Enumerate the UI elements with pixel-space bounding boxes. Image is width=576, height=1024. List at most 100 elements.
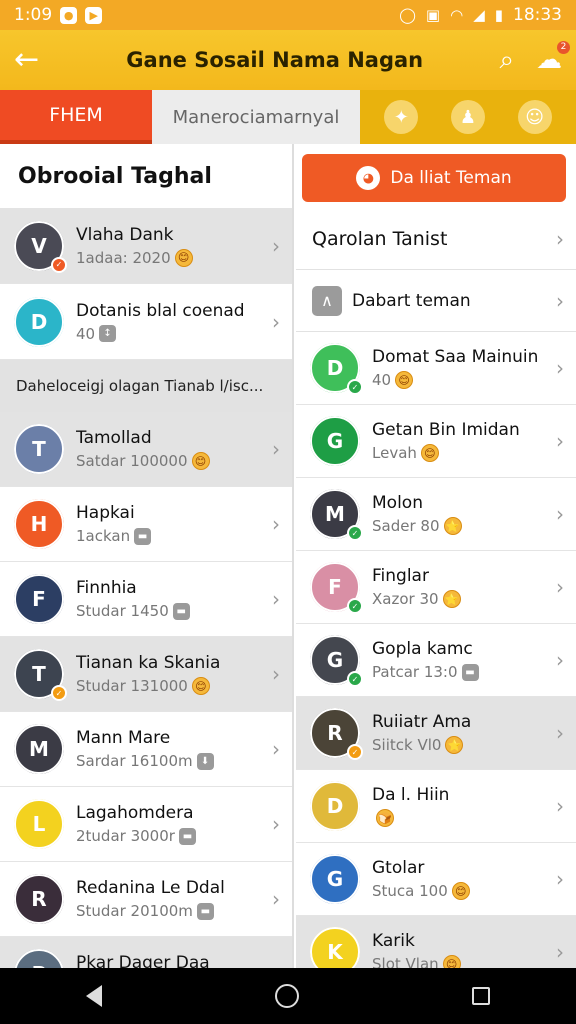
tab-icon-group: ✦ ♟ ☺ <box>360 90 576 144</box>
list-item-subtitle: Stuca 100 😊 <box>372 882 576 900</box>
list-item-subtitle-text: 40 <box>76 324 96 343</box>
list-item-name: Karik <box>372 931 415 951</box>
profile-avatar-icon[interactable]: ☺ <box>517 100 552 134</box>
search-icon[interactable]: ⌕ <box>499 47 514 73</box>
list-item-name: Tamollad <box>76 428 152 448</box>
list-item[interactable]: G Gtolar Stuca 100 😊 › <box>296 843 576 916</box>
list-item-name: Lagahomdera <box>76 803 194 823</box>
list-item[interactable]: M ✓ Molon Sader 80 ⭐ › <box>296 478 576 551</box>
list-item[interactable]: T Tamollad Satdar 100000 😊 › <box>0 412 292 487</box>
list-item-name: Pkar Dager Daa <box>76 953 210 968</box>
chevron-right-icon: › <box>272 887 280 911</box>
trophy-icon[interactable]: ✦ <box>384 100 419 134</box>
list-item[interactable]: L Lagahomdera 2tudar 3000r ▬ › <box>0 787 292 862</box>
list-item-subtitle: Siitck Vl0 ⭐ <box>372 736 576 754</box>
add-friend-label: Da lliat Teman <box>390 168 512 188</box>
list-item-subtitle: Sader 80 ⭐ <box>372 517 576 535</box>
alarm-icon: ◯ <box>399 6 416 24</box>
list-item[interactable]: D Dotanis blal coenad 40 ↕ › <box>0 284 292 360</box>
person-icon[interactable]: ♟ <box>450 100 485 134</box>
list-item-name: Ruiiatr Ama <box>372 712 472 732</box>
list-item[interactable]: G Getan Bin Imidan Levah 😊 › <box>296 405 576 478</box>
list-item[interactable]: M Mann Mare Sardar 16100m ⬇ › <box>0 712 292 787</box>
list-item-subtitle-text: Sader 80 <box>372 517 440 535</box>
list-item[interactable]: D ✓ Domat Saa Mainuin 40 😊 › <box>296 332 576 405</box>
chevron-right-icon: › <box>556 575 564 599</box>
emoji-icon: 😊 <box>420 444 439 462</box>
emoji-icon: 😊 <box>191 677 210 695</box>
list-item[interactable]: R ✓ Ruiiatr Ama Siitck Vl0 ⭐ › <box>296 697 576 770</box>
emoji-icon: ⭐ <box>443 517 462 535</box>
chevron-right-icon: › <box>556 867 564 891</box>
nav-back-icon[interactable] <box>86 985 103 1007</box>
signal-icon: ◢ <box>473 6 485 24</box>
nav-home-icon[interactable] <box>274 984 299 1008</box>
chevron-right-icon: › <box>556 288 564 313</box>
list-item[interactable]: T ✓ Tianan ka Skania Studar 131000 😊 › <box>0 637 292 712</box>
list-item-subtitle: 40 ↕ <box>76 325 292 343</box>
status-bar: 1:09 ● ▶ ◯ ▣ ◠ ◢ ▮ 18:33 <box>0 0 576 30</box>
avatar: G <box>310 854 360 904</box>
status-badge-icon: ✓ <box>347 744 363 760</box>
add-friend-button[interactable]: ◕ Da lliat Teman <box>302 154 566 202</box>
list-item-name: Domat Saa Mainuin <box>372 347 539 367</box>
list-item-subtitle: Sardar 16100m ⬇ <box>76 752 292 770</box>
play-app-icon: ▶ <box>85 6 103 24</box>
list-item-subtitle-text: Studar 20100m <box>76 902 193 920</box>
emoji-icon: 😊 <box>395 371 414 389</box>
chevron-right-icon: › <box>556 356 564 380</box>
list-item[interactable]: PPkar Dager DaaStudar 10200😊› <box>0 937 292 968</box>
list-item-plain[interactable]: Qarolan Tanist › <box>296 208 576 270</box>
avatar: L <box>14 799 64 849</box>
chat-bubble-icon: ◕ <box>356 166 381 190</box>
list-item[interactable]: H Hapkai 1ackan ▬ › <box>0 487 292 562</box>
list-item-subtitle: 🍞 <box>372 809 576 827</box>
list-item[interactable]: G ✓ Gopla kamc Patcar 13:0 ▬ › <box>296 624 576 697</box>
chevron-right-icon: › <box>272 437 280 461</box>
list-item-subtitle: Levah 😊 <box>372 444 576 462</box>
list-item-name: Molon <box>372 493 423 513</box>
list-item-subtitle-text: Stuca 100 <box>372 882 448 900</box>
list-item-subtitle-text: Studar 1450 <box>76 602 169 620</box>
chevron-right-icon: › <box>556 226 564 251</box>
list-item[interactable]: K Karik Slot Vlan 😊 › <box>296 916 576 968</box>
chevron-right-icon: › <box>556 794 564 818</box>
list-item-name: Finglar <box>372 566 429 586</box>
tab-secondary[interactable]: Manerociamarnyal <box>152 90 360 144</box>
list-item-subtitle-text: 40 <box>372 371 392 389</box>
notification-app-icon: ● <box>60 6 78 24</box>
status-badge-icon: ✓ <box>51 685 67 701</box>
list-item-subtitle: 40 😊 <box>372 371 576 389</box>
list-item[interactable]: D Da l. Hiin 🍞 › <box>296 770 576 843</box>
list-item-subtitle: Xazor 30 ⭐ <box>372 590 576 608</box>
left-column: Obrooial Taghal V ✓ Vlaha Dank 1adaa: 2020 😊… <box>0 144 294 968</box>
status-badge-icon: ✓ <box>347 671 363 687</box>
left-top-list: V ✓ Vlaha Dank 1adaa: 2020 😊 › D Dotanis blal c… <box>0 208 292 360</box>
chevron-right-icon: › <box>272 737 280 761</box>
list-item-subtitle-text: Siitck Vl0 <box>372 736 442 754</box>
list-item[interactable]: F ✓ Finglar Xazor 30 ⭐ › <box>296 551 576 624</box>
tag-icon: ▬ <box>461 663 479 681</box>
status-time: 1:09 <box>14 5 53 25</box>
left-list: T Tamollad Satdar 100000 😊 › H Hapkai 1ackan ▬ › F… <box>0 412 292 968</box>
status-clock: 18:33 <box>513 5 562 25</box>
nav-recents-icon[interactable] <box>471 987 490 1005</box>
list-item-name: Mann Mare <box>76 728 171 748</box>
chevron-right-icon: › <box>556 502 564 526</box>
avatar: D <box>310 781 360 831</box>
list-item-subtitle: 2tudar 3000r ▬ <box>76 827 292 845</box>
status-badge-icon: ✓ <box>347 379 363 395</box>
status-badge-icon: ✓ <box>347 598 363 614</box>
tab-primary[interactable]: FHEM <box>0 90 152 144</box>
app-bar: ← Gane Sosail Nama Nagan ⌕ ☁ 2 <box>0 30 576 90</box>
list-item[interactable]: F Finnhia Studar 1450 ▬ › <box>0 562 292 637</box>
back-arrow-icon[interactable]: ← <box>14 45 50 75</box>
avatar: F ✓ <box>310 562 363 614</box>
list-item-subtitle-text: 1adaa: 2020 <box>76 248 171 267</box>
list-item-subtitle-text: Patcar 13:0 <box>372 663 458 681</box>
cloud-notification-icon[interactable]: ☁ 2 <box>536 41 570 73</box>
list-item-plain[interactable]: ∧ Dabart teman › <box>296 270 576 332</box>
list-item[interactable]: R Redanina Le Ddal Studar 20100m ▬ › <box>0 862 292 937</box>
list-item[interactable]: V ✓ Vlaha Dank 1adaa: 2020 😊 › <box>0 208 292 284</box>
right-list: D ✓ Domat Saa Mainuin 40 😊 › G Getan Bin Imidan… <box>296 332 576 968</box>
